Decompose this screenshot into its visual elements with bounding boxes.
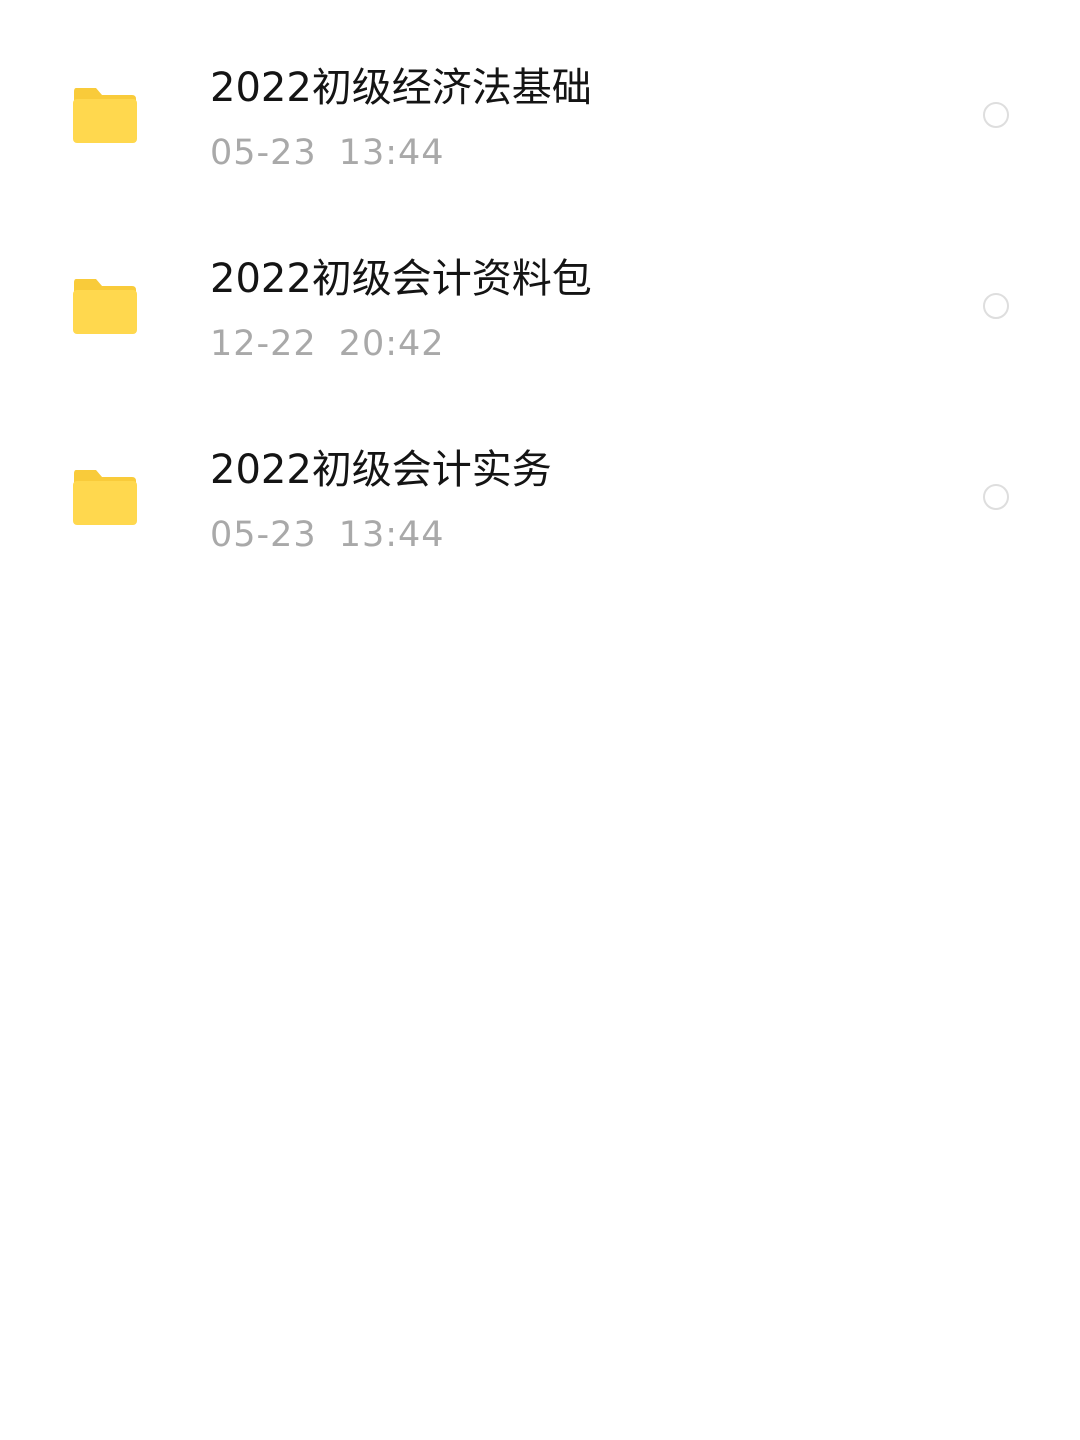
folder-name: 2022初级会计实务	[210, 447, 552, 493]
list-item-folder[interactable]: 2022初级会计实务 05-23 13:44	[0, 402, 1080, 593]
folder-modified-time: 13:44	[338, 515, 445, 555]
folder-icon	[72, 468, 138, 526]
folder-modified-datetime: 05-23 13:44	[210, 132, 445, 174]
folder-modified-time: 20:42	[338, 324, 445, 364]
select-radio-button[interactable]	[983, 102, 1009, 128]
folder-name: 2022初级会计资料包	[210, 256, 592, 302]
folder-modified-date: 12-22	[210, 324, 317, 364]
folder-modified-time: 13:44	[338, 133, 445, 173]
select-radio-button[interactable]	[983, 484, 1009, 510]
folder-modified-datetime: 05-23 13:44	[210, 514, 445, 556]
folder-icon	[72, 277, 138, 335]
file-list: 2022初级经济法基础 05-23 13:44 2022初级会计资料包 12-22…	[0, 20, 1080, 593]
folder-modified-date: 05-23	[210, 515, 317, 555]
folder-icon	[72, 86, 138, 144]
select-radio-button[interactable]	[983, 293, 1009, 319]
folder-modified-datetime: 12-22 20:42	[210, 323, 445, 365]
folder-name: 2022初级经济法基础	[210, 65, 592, 111]
list-item-folder[interactable]: 2022初级会计资料包 12-22 20:42	[0, 211, 1080, 402]
list-item-folder[interactable]: 2022初级经济法基础 05-23 13:44	[0, 20, 1080, 211]
folder-modified-date: 05-23	[210, 133, 317, 173]
